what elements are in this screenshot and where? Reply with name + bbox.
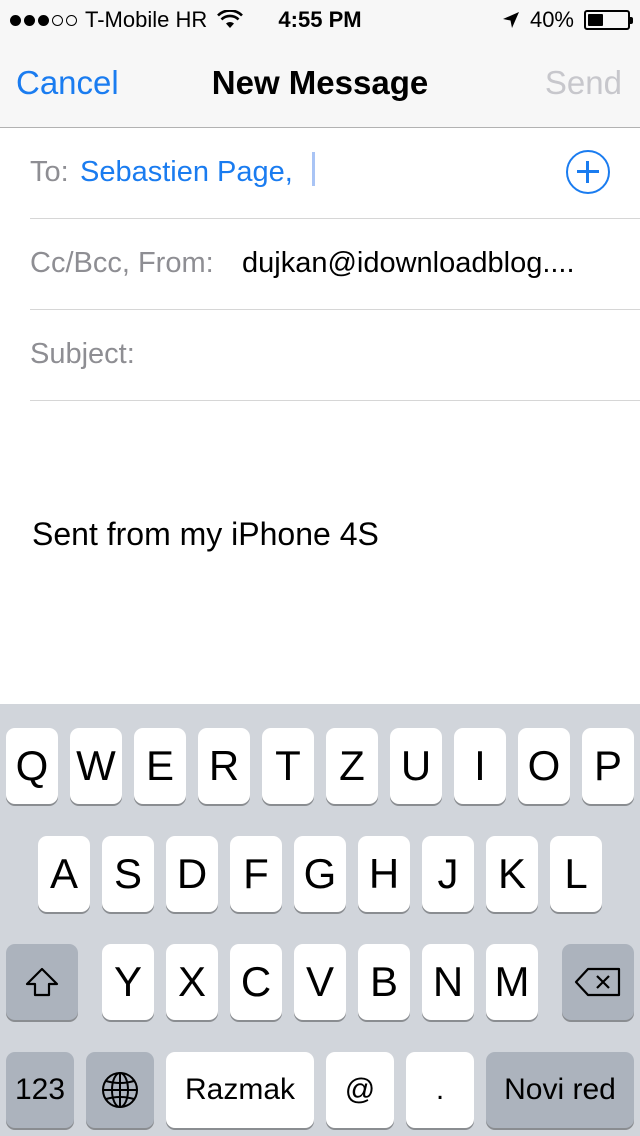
text-caret [312, 152, 315, 186]
key-c[interactable]: C [230, 944, 282, 1020]
cc-bcc-from-field[interactable]: Cc/Bcc, From: dujkan@idownloadblog.... [30, 219, 640, 310]
key-e[interactable]: E [134, 728, 186, 804]
key-i[interactable]: I [454, 728, 506, 804]
space-key[interactable]: Razmak [166, 1052, 314, 1128]
return-key[interactable]: Novi red [486, 1052, 634, 1128]
from-address[interactable]: dujkan@idownloadblog.... [242, 247, 575, 280]
globe-icon [102, 1072, 138, 1108]
key-m[interactable]: M [486, 944, 538, 1020]
send-button[interactable]: Send [545, 64, 622, 102]
backspace-icon [574, 967, 621, 997]
to-label: To: [30, 156, 69, 188]
key-h[interactable]: H [358, 836, 410, 912]
key-z[interactable]: Z [326, 728, 378, 804]
key-b[interactable]: B [358, 944, 410, 1020]
signal-dot [52, 14, 63, 26]
key-j[interactable]: J [422, 836, 474, 912]
key-u[interactable]: U [390, 728, 442, 804]
battery-percent: 40% [529, 7, 574, 32]
location-arrow-icon [502, 12, 519, 28]
status-bar: T-Mobile HR 4:55 PM 40% [0, 0, 640, 40]
key-d[interactable]: D [166, 836, 218, 912]
wifi-icon [217, 10, 244, 28]
key-f[interactable]: F [230, 836, 282, 912]
signal-strength-icon [10, 14, 77, 26]
signal-dot [10, 14, 21, 26]
key-g[interactable]: G [294, 836, 346, 912]
signal-dot [66, 14, 77, 26]
key-l[interactable]: L [550, 836, 602, 912]
battery-icon [584, 10, 633, 30]
status-right: 40% [502, 7, 633, 33]
shift-key[interactable] [6, 944, 78, 1020]
language-globe-key[interactable] [86, 1052, 154, 1128]
keyboard: 123 Razmak @ . Novi red QWERTZUIOP ASDFGH… [0, 704, 640, 1136]
recipient-token[interactable]: Sebastien Page, [80, 156, 293, 189]
period-key[interactable]: . [406, 1052, 474, 1128]
navigation-bar: Cancel New Message Send [0, 40, 640, 128]
key-n[interactable]: N [422, 944, 474, 1020]
battery-level [588, 14, 604, 26]
add-contact-icon[interactable] [566, 150, 610, 194]
key-x[interactable]: X [166, 944, 218, 1020]
cancel-button[interactable]: Cancel [16, 64, 119, 102]
key-o[interactable]: O [518, 728, 570, 804]
key-w[interactable]: W [70, 728, 122, 804]
key-p[interactable]: P [582, 728, 634, 804]
message-body[interactable]: Sent from my iPhone 4S [32, 516, 379, 553]
key-t[interactable]: T [262, 728, 314, 804]
subject-label: Subject: [30, 338, 135, 370]
key-y[interactable]: Y [102, 944, 154, 1020]
key-a[interactable]: A [38, 836, 90, 912]
key-v[interactable]: V [294, 944, 346, 1020]
signal-dot [24, 14, 35, 26]
cc-bcc-from-label: Cc/Bcc, From: [30, 247, 214, 279]
numbers-key[interactable]: 123 [6, 1052, 74, 1128]
to-field[interactable]: To: Sebastien Page, [30, 128, 640, 219]
key-k[interactable]: K [486, 836, 538, 912]
status-left: T-Mobile HR [10, 7, 244, 33]
subject-field[interactable]: Subject: [30, 310, 640, 401]
signal-dot [38, 14, 49, 26]
at-key[interactable]: @ [326, 1052, 394, 1128]
key-r[interactable]: R [198, 728, 250, 804]
carrier-name: T-Mobile HR [85, 7, 208, 32]
backspace-key[interactable] [562, 944, 634, 1020]
key-s[interactable]: S [102, 836, 154, 912]
key-q[interactable]: Q [6, 728, 58, 804]
shift-icon [25, 967, 59, 997]
